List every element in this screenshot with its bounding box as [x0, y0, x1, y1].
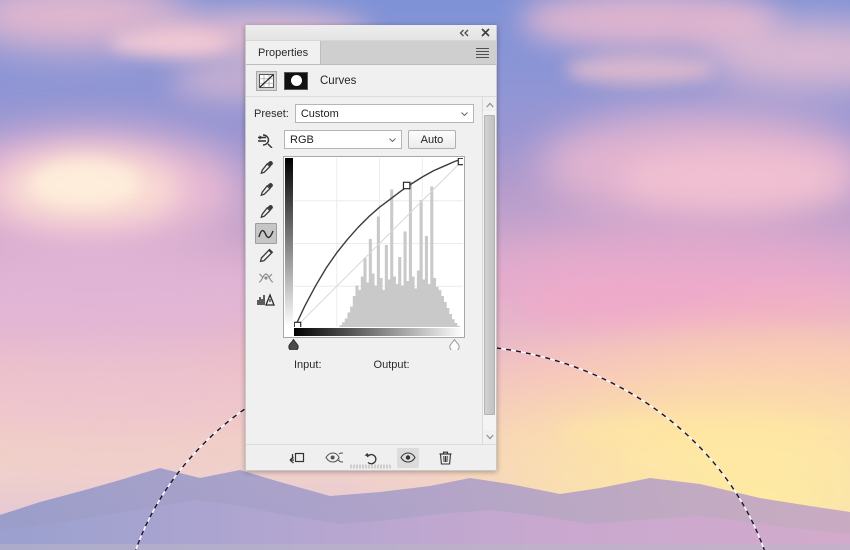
channel-value: RGB [290, 133, 314, 146]
white-point-marker-icon [449, 338, 460, 352]
curves-adjustment-icon[interactable] [256, 70, 277, 91]
clip-to-layer-button[interactable] [286, 448, 308, 468]
scroll-down-button[interactable] [483, 430, 496, 443]
curve-plot-svg [294, 158, 463, 327]
input-label: Input: [294, 359, 322, 371]
white-point-eyedropper[interactable] [255, 201, 277, 222]
histogram-warning-icon [257, 293, 275, 306]
scroll-up-button[interactable] [483, 98, 496, 111]
pencil-icon [259, 248, 273, 263]
targeted-adjustment-icon [257, 133, 272, 148]
mask-shape [290, 75, 302, 86]
curve-point-tool[interactable] [255, 223, 277, 244]
toggle-layer-visibility-before-after-button[interactable] [323, 448, 345, 468]
white-point-slider[interactable] [449, 338, 460, 352]
scrollbar-track[interactable] [483, 111, 496, 430]
preset-select[interactable]: Custom [294, 104, 474, 123]
tab-properties[interactable]: Properties [246, 41, 322, 64]
adjustment-title: Curves [320, 74, 357, 87]
panel-body: Preset: Custom RGB Auto Input: Output: [246, 97, 496, 444]
reset-arrow-icon [364, 452, 377, 464]
scrollbar-thumb[interactable] [484, 115, 495, 415]
auto-button-label: Auto [420, 133, 444, 146]
adjustment-header: Curves [246, 65, 496, 97]
input-gradient-ramp [294, 328, 463, 336]
preset-row: Preset: Custom [254, 104, 474, 123]
close-icon [480, 28, 490, 37]
black-point-marker-icon [288, 338, 299, 352]
smooth-curve-button[interactable] [255, 267, 277, 288]
output-gradient-ramp [285, 158, 293, 327]
layer-mask-thumbnail[interactable] [284, 71, 308, 90]
gray-point-eyedropper[interactable] [255, 179, 277, 200]
chevron-up-icon [485, 101, 494, 107]
input-output-labels: Input: Output: [283, 359, 465, 371]
eyedropper-icon [259, 161, 273, 175]
preset-value: Custom [300, 107, 339, 120]
eye-before-after-icon [325, 452, 343, 463]
black-white-point-sliders[interactable] [283, 338, 465, 353]
tab-properties-label: Properties [258, 46, 309, 59]
panel-resize-grip[interactable] [349, 464, 393, 469]
panel-menu-button[interactable] [476, 46, 489, 60]
pencil-draw-curve-tool[interactable] [255, 245, 277, 266]
curves-tool-strip [254, 156, 278, 371]
chevron-down-icon [389, 137, 396, 142]
curves-graph-wrapper: Input: Output: [283, 156, 465, 371]
histogram [339, 181, 461, 327]
curves-grid-icon [259, 73, 274, 88]
chevron-down-icon [485, 434, 494, 440]
tab-bar-empty-area [321, 41, 496, 64]
curves-controls: Preset: Custom RGB Auto Input: Output: [246, 97, 482, 444]
double-chevron-left-icon [459, 29, 468, 36]
eyedropper-icon [259, 205, 273, 219]
trash-icon [439, 451, 451, 465]
channel-select[interactable]: RGB [284, 130, 402, 149]
output-label: Output: [373, 359, 410, 371]
smooth-curve-icon [258, 272, 274, 283]
close-panel-button[interactable] [479, 27, 491, 39]
curves-graph[interactable] [283, 156, 465, 338]
panel-tab-bar[interactable]: Properties [246, 41, 496, 65]
black-point-slider[interactable] [288, 338, 299, 352]
black-point-eyedropper[interactable] [255, 157, 277, 178]
chevron-down-icon [461, 111, 468, 116]
curve-editor-area: Input: Output: [254, 156, 474, 371]
channel-row: RGB Auto [254, 130, 474, 149]
curves-plot-area[interactable] [294, 158, 463, 327]
toggle-layer-visibility-button[interactable] [397, 447, 419, 468]
curves-display-options-button[interactable] [255, 289, 277, 310]
properties-panel[interactable]: Properties Curves Preset: Custom RGB Aut… [245, 25, 497, 471]
eyedropper-icon [259, 183, 273, 197]
eye-icon [400, 452, 416, 463]
collapse-to-icons-button[interactable] [458, 27, 470, 39]
curve-wave-icon [258, 229, 274, 238]
delete-adjustment-layer-button[interactable] [434, 448, 456, 468]
on-image-adjustment-tool[interactable] [254, 132, 278, 148]
preset-label: Preset: [254, 107, 289, 120]
clip-to-layer-icon [289, 452, 305, 463]
panel-vertical-scrollbar[interactable] [482, 97, 496, 444]
auto-button[interactable]: Auto [408, 130, 456, 149]
panel-window-controls [246, 25, 496, 41]
